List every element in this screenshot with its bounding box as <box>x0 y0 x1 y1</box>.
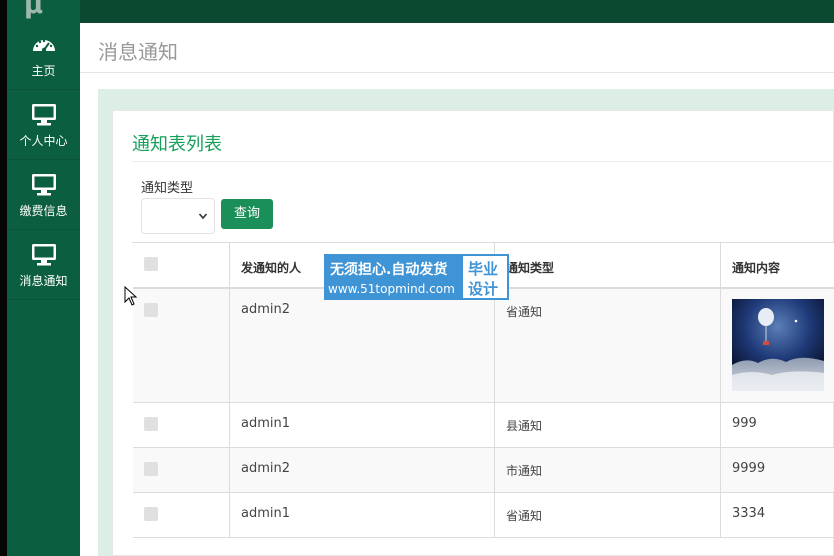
watermark-right1: 毕业 <box>468 260 499 278</box>
table-row[interactable]: admin1 省通知 3334 <box>133 493 834 538</box>
page-title: 消息通知 <box>98 40 178 64</box>
header-cell-content: 通知内容 <box>721 243 834 287</box>
row-checkbox[interactable] <box>144 462 158 476</box>
row-cell-select <box>133 289 230 402</box>
select-all-checkbox[interactable] <box>144 257 158 271</box>
row-cell-select <box>133 448 230 492</box>
list-card: 通知表列表 通知类型 查询 发通知的人 通知类型 通知内容 admin2 省通知 <box>112 110 834 556</box>
type-text: 县通知 <box>506 419 543 433</box>
row-checkbox[interactable] <box>144 303 158 317</box>
sender-text: admin2 <box>241 461 291 476</box>
dashboard-icon <box>32 39 55 53</box>
sidebar: μ 主页 个人中心 缴费信息 消息通知 <box>7 0 80 556</box>
sidebar-item-notifications[interactable]: 消息通知 <box>7 232 80 300</box>
table-row[interactable]: admin1 县通知 999 <box>133 403 834 448</box>
row-checkbox[interactable] <box>144 507 158 521</box>
chevron-down-icon <box>198 213 208 220</box>
card-divider <box>132 161 834 162</box>
type-text: 省通知 <box>506 305 543 319</box>
content-text: 3334 <box>732 506 766 521</box>
screen-edge <box>0 0 7 556</box>
row-cell-select <box>133 493 230 537</box>
row-checkbox[interactable] <box>144 417 158 431</box>
sidebar-item-label: 主页 <box>31 64 56 78</box>
row-cell-type: 县通知 <box>495 403 721 447</box>
sidebar-item-label: 消息通知 <box>19 274 68 288</box>
search-button[interactable]: 查询 <box>221 199 273 229</box>
watermark-left: 无须担心.自动发货 www.51topmind.com <box>324 254 461 300</box>
row-cell-content <box>721 289 834 402</box>
content-text: 9999 <box>732 461 766 476</box>
monitor-icon <box>31 104 56 126</box>
watermark-right: 毕业 设计 <box>461 254 509 300</box>
top-bar <box>80 0 834 23</box>
table-row[interactable]: admin2 省通知 <box>133 289 834 403</box>
watermark-right2: 设计 <box>468 280 499 298</box>
watermark-banner: 无须担心.自动发货 www.51topmind.com 毕业 设计 <box>324 254 509 300</box>
type-text: 省通知 <box>506 509 543 523</box>
row-cell-type: 省通知 <box>495 493 721 537</box>
sidebar-item-label: 个人中心 <box>19 134 68 148</box>
row-cell-content: 3334 <box>721 493 834 537</box>
sidebar-item-label: 缴费信息 <box>19 204 68 218</box>
sidebar-item-payment[interactable]: 缴费信息 <box>7 162 80 230</box>
notice-type-select[interactable] <box>141 198 215 234</box>
logo-text: μ <box>24 0 44 20</box>
monitor-icon <box>31 174 56 196</box>
column-header: 通知内容 <box>732 261 781 275</box>
column-header: 通知类型 <box>506 261 555 275</box>
row-cell-select <box>133 403 230 447</box>
mouse-cursor-icon <box>124 286 138 306</box>
sender-text: admin2 <box>241 302 291 317</box>
column-header: 发通知的人 <box>241 261 302 275</box>
row-cell-content: 9999 <box>721 448 834 492</box>
sender-text: admin1 <box>241 506 291 521</box>
row-cell-sender: admin1 <box>230 493 495 537</box>
table-row[interactable]: admin2 市通知 9999 <box>133 448 834 493</box>
content-text: 999 <box>732 416 757 431</box>
filter-label: 通知类型 <box>141 181 194 196</box>
sidebar-item-profile[interactable]: 个人中心 <box>7 92 80 160</box>
sidebar-item-home[interactable]: 主页 <box>7 22 80 90</box>
row-cell-sender: admin2 <box>230 289 495 402</box>
content-image[interactable] <box>732 299 824 391</box>
row-cell-content: 999 <box>721 403 834 447</box>
header-cell-select <box>133 243 230 287</box>
card-title: 通知表列表 <box>132 134 222 155</box>
row-cell-sender: admin2 <box>230 448 495 492</box>
watermark-line1: 无须担心.自动发货 <box>330 262 448 278</box>
logo: μ <box>7 0 80 22</box>
watermark-line2: www.51topmind.com <box>328 282 455 296</box>
row-cell-type: 市通知 <box>495 448 721 492</box>
sender-text: admin1 <box>241 416 291 431</box>
notice-table: 发通知的人 通知类型 通知内容 admin2 省通知 admin1 县通知 99… <box>132 242 834 538</box>
page-header: 消息通知 <box>80 23 834 73</box>
type-text: 市通知 <box>506 464 543 478</box>
header-cell-type: 通知类型 <box>495 243 721 287</box>
row-cell-sender: admin1 <box>230 403 495 447</box>
monitor-icon <box>31 244 56 266</box>
row-cell-type: 省通知 <box>495 289 721 402</box>
